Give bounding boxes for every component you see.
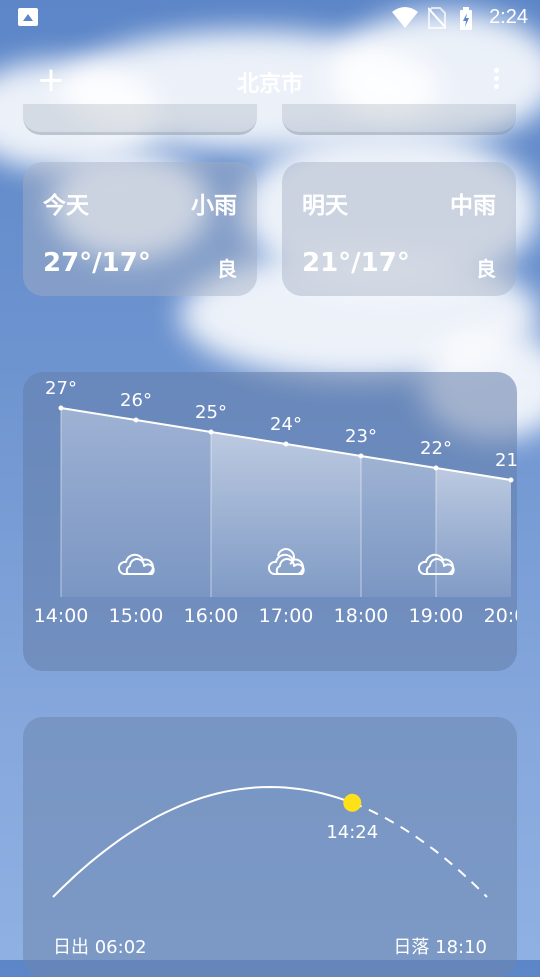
- more-vert-icon: [493, 68, 499, 73]
- temp-area-segment: [61, 408, 211, 597]
- more-menu-button[interactable]: [492, 68, 500, 92]
- scrolled-card-left: [23, 104, 257, 135]
- sun-arc-remaining: [351, 801, 488, 898]
- temp-label: 25°: [195, 402, 227, 423]
- weather-screen: { "status_bar": { "time": "2:24", "icons…: [0, 0, 540, 977]
- sunrise-label: 日出 06:02: [53, 937, 147, 958]
- temp-range: 21°/17°: [302, 248, 410, 278]
- temp-label: 21°: [495, 450, 517, 471]
- temp-point: [283, 441, 289, 447]
- temp-area-segment: [361, 456, 436, 597]
- hour-label: 14:00: [34, 605, 89, 627]
- sun-arc-elapsed: [52, 785, 353, 898]
- temp-label: 24°: [270, 414, 302, 435]
- hourly-forecast-card[interactable]: 27° 14:00 26° 15:00 25° 16:00 24° 17:00 23° 18:00…: [23, 372, 517, 671]
- app-bar: + 北京市: [0, 56, 540, 104]
- day-label: 明天: [302, 193, 348, 219]
- sunrise-sunset-card: 14:24 日出 06:02 日落 18:10: [23, 717, 517, 977]
- hour-label: 20:00: [484, 605, 517, 627]
- temp-point: [133, 417, 139, 423]
- sun-marker-icon: [343, 793, 362, 812]
- hour-label: 18:00: [334, 605, 389, 627]
- temp-label: 22°: [420, 438, 452, 459]
- temp-point: [508, 477, 514, 483]
- hourly-chart: 27° 14:00 26° 15:00 25° 16:00 24° 17:00 23° 18:00…: [34, 378, 517, 627]
- temp-point: [433, 465, 439, 471]
- temp-area-segment: [436, 468, 511, 597]
- temp-label: 26°: [120, 390, 152, 411]
- battery-charging-icon: [460, 7, 472, 30]
- temp-point: [58, 405, 64, 411]
- no-sim-icon: [428, 7, 446, 29]
- temp-range: 27°/17°: [43, 248, 151, 278]
- sunset-label: 日落 18:10: [393, 937, 487, 958]
- today-card[interactable]: 今天 小雨 27°/17° 良: [23, 162, 257, 296]
- status-time: 2:24: [489, 6, 528, 28]
- temp-label: 27°: [45, 378, 77, 399]
- wifi-icon: [392, 7, 418, 28]
- condition-label: 小雨: [191, 193, 237, 219]
- status-bar: 2:24: [0, 0, 540, 36]
- temp-point: [358, 453, 364, 459]
- temp-area-segment: [211, 432, 361, 597]
- hour-label: 16:00: [184, 605, 239, 627]
- temp-point: [208, 429, 214, 435]
- hour-label: 17:00: [259, 605, 314, 627]
- day-label: 今天: [43, 193, 89, 219]
- image-icon: [18, 8, 38, 26]
- condition-label: 中雨: [450, 193, 496, 219]
- scrolled-card-right: [282, 104, 516, 135]
- tomorrow-card[interactable]: 明天 中雨 21°/17° 良: [282, 162, 516, 296]
- aqi-label: 良: [476, 257, 496, 281]
- city-title: 北京市: [236, 72, 303, 97]
- aqi-label: 良: [217, 257, 237, 281]
- current-time-label: 14:24: [326, 822, 378, 843]
- hour-label: 19:00: [409, 605, 464, 627]
- hour-label: 15:00: [109, 605, 164, 627]
- temp-label: 23°: [345, 426, 377, 447]
